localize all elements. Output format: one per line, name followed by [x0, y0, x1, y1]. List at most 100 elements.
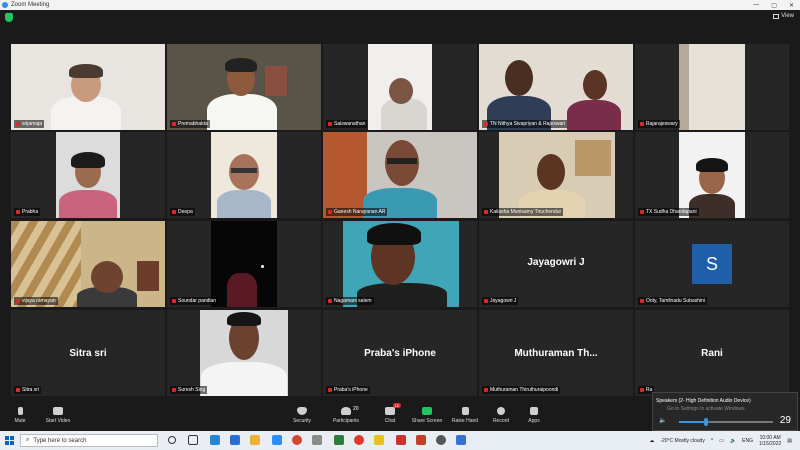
network-icon[interactable]: ▭: [719, 438, 724, 444]
security-button[interactable]: Security: [282, 407, 322, 424]
photos-icon[interactable]: [456, 435, 466, 445]
video-tile[interactable]: Nagamani salem: [323, 221, 477, 307]
app-icon[interactable]: [312, 435, 322, 445]
tray-chevron-icon[interactable]: ^: [711, 438, 713, 444]
notifications-icon[interactable]: ▤: [787, 438, 792, 444]
video-tile[interactable]: vijaya ramayan: [11, 221, 165, 307]
participant-name: Sitra sri: [14, 386, 41, 394]
video-tile[interactable]: Saiswanathan: [323, 44, 477, 130]
speaker-tray-icon[interactable]: 🔈: [730, 438, 736, 444]
participant-name: Kailasha Munisamy Tiruchendur: [482, 208, 564, 216]
participants-button[interactable]: 20 Participants: [326, 406, 366, 424]
speaker-icon[interactable]: 🔈: [659, 417, 666, 424]
video-tile-off[interactable]: Sitra sri Sitra sri: [11, 310, 165, 396]
mic-muted-icon: [484, 121, 488, 126]
start-video-button[interactable]: Start Video: [38, 407, 78, 424]
windows-start-icon[interactable]: [5, 436, 14, 445]
excel-icon[interactable]: [334, 435, 344, 445]
volume-slider[interactable]: [679, 418, 773, 426]
mic-muted-icon: [640, 298, 644, 303]
shield-icon[interactable]: [5, 13, 13, 22]
video-tile-off[interactable]: S Ooty, Tamilnadu Subashini: [635, 221, 789, 307]
taskbar-search-box[interactable]: ⌕ Type here to search: [20, 434, 158, 447]
participant-name: vijaya ramayan: [14, 297, 58, 305]
video-tile[interactable]: Suresh Sing: [167, 310, 321, 396]
video-tile[interactable]: Prabha: [11, 132, 165, 218]
wall-picture: [137, 261, 159, 291]
system-tray: ☁ -20°C Mostly cloudy ^ ▭ 🔈 ENG 10:00 AM…: [649, 433, 792, 448]
record-icon: [497, 407, 505, 415]
video-tile[interactable]: Kailasha Munisamy Tiruchendur: [479, 132, 633, 218]
apps-icon: [530, 407, 538, 415]
participant-name: Suresh Sing: [170, 386, 208, 394]
store-icon[interactable]: [230, 435, 240, 445]
participant-hair: [227, 312, 261, 326]
share-screen-button[interactable]: Share Screen: [407, 407, 447, 424]
participant-display-name: Jayagowri J: [527, 257, 585, 268]
file-explorer-icon[interactable]: [250, 435, 260, 445]
task-view-icon[interactable]: [188, 435, 198, 445]
video-tile[interactable]: Ganesh Narayanan AR: [323, 132, 477, 218]
weather-icon[interactable]: ☁: [649, 438, 654, 444]
audio-device-name[interactable]: Speakers (2- High Definition Audio Devic…: [656, 398, 751, 404]
video-tile[interactable]: TX Sudha Dhandapani: [635, 132, 789, 218]
chrome-icon[interactable]: [292, 435, 302, 445]
video-tile-off[interactable]: Praba's iPhone Praba's iPhone: [323, 310, 477, 396]
video-tile-off[interactable]: Muthuraman Th... Muthuraman Thiruthuraip…: [479, 310, 633, 396]
share-screen-label: Share Screen: [411, 418, 443, 424]
mic-muted-icon: [172, 121, 176, 126]
participant-display-name: Rani: [701, 348, 723, 359]
video-tile-off[interactable]: Rani Ra: [635, 310, 789, 396]
participant-name: srijamaja: [14, 120, 45, 128]
view-label: View: [781, 13, 794, 19]
window-titlebar: Zoom Meeting — ▢ ✕: [0, 0, 800, 10]
video-tile-active-speaker[interactable]: Premabhakta: [167, 44, 321, 130]
mic-muted-icon: [328, 387, 332, 392]
chrome-icon-2[interactable]: [354, 435, 364, 445]
mic-muted-icon: [484, 209, 488, 214]
cortana-icon[interactable]: [168, 436, 176, 444]
clock[interactable]: 10:00 AM 1/15/2022: [759, 435, 781, 447]
mic-muted-icon: [640, 121, 644, 126]
video-tile[interactable]: Deepa: [167, 132, 321, 218]
view-button[interactable]: View: [773, 13, 794, 19]
record-label: Record: [492, 418, 510, 424]
participant-hair: [71, 152, 105, 168]
participant-figure: [201, 362, 287, 396]
pdf-icon[interactable]: [396, 435, 406, 445]
participant-hair: [69, 64, 103, 78]
language-indicator[interactable]: ENG: [742, 438, 753, 444]
media-player-icon[interactable]: [436, 435, 446, 445]
people-icon: 20: [341, 406, 359, 415]
chat-button[interactable]: 10 Chat: [370, 403, 410, 424]
participant-figure: [59, 190, 117, 218]
mic-muted-icon: [172, 209, 176, 214]
raise-hand-button[interactable]: Raise Hand: [445, 407, 485, 424]
video-tile[interactable]: TN Nithya Sivapriyan & Rajeswari: [479, 44, 633, 130]
participant-name: Praba's iPhone: [326, 386, 370, 394]
participant-display-name: Sitra sri: [69, 348, 107, 359]
zoom-taskbar-icon[interactable]: [272, 435, 282, 445]
participant-name: Prabha: [14, 208, 41, 216]
weather-text[interactable]: -20°C Mostly cloudy: [660, 438, 705, 444]
eyeglasses: [387, 158, 417, 164]
video-tile-off[interactable]: Jayagowri J Jayagowri J: [479, 221, 633, 307]
minimize-button[interactable]: —: [753, 2, 759, 9]
mute-button[interactable]: Mute: [0, 407, 40, 424]
apps-button[interactable]: Apps: [514, 407, 554, 424]
video-tile[interactable]: Soundar pandian: [167, 221, 321, 307]
video-tile[interactable]: srijamaja: [11, 44, 165, 130]
window-title: Zoom Meeting: [11, 2, 50, 8]
maximize-button[interactable]: ▢: [771, 2, 777, 9]
powerpoint-icon[interactable]: [416, 435, 426, 445]
sticky-notes-icon[interactable]: [374, 435, 384, 445]
volume-flyout: Speakers (2- High Definition Audio Devic…: [652, 392, 798, 431]
edge-icon[interactable]: [210, 435, 220, 445]
participant-face: [505, 60, 533, 96]
video-tile[interactable]: Rajarajeswary: [635, 44, 789, 130]
participant-name: Nagamani salem: [326, 297, 374, 305]
close-button[interactable]: ✕: [789, 2, 794, 9]
volume-slider-thumb[interactable]: [704, 418, 709, 426]
participant-name: Ganesh Narayanan AR: [326, 208, 388, 216]
chat-label: Chat: [384, 418, 396, 424]
